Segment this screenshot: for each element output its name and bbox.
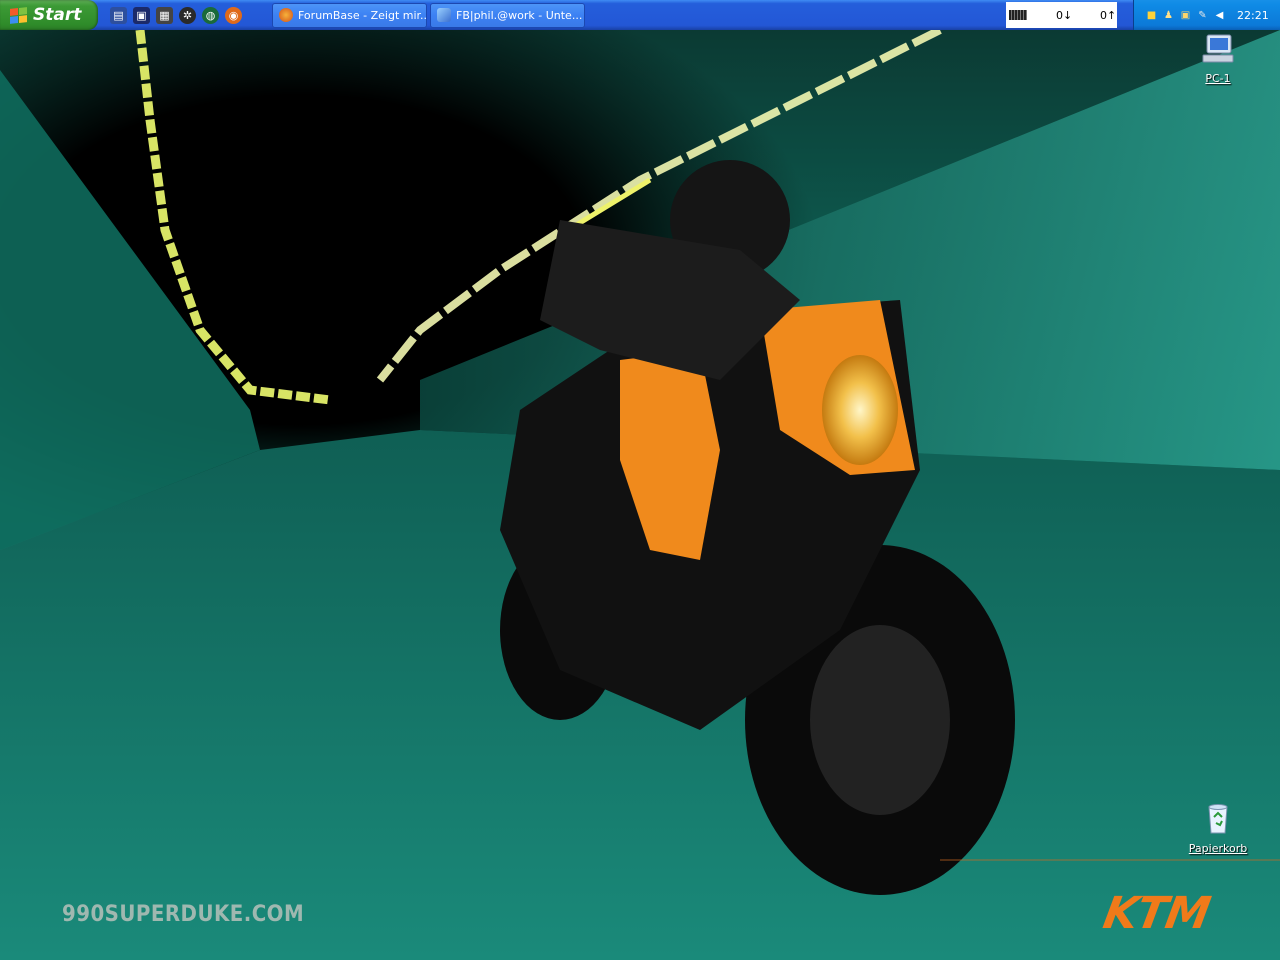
quick-launch-bar: ▤ ▣ ▦ ✲ ◍ ◉	[110, 6, 242, 24]
save-floppy-icon[interactable]: ▤	[110, 6, 127, 24]
task-button-forumbase[interactable]: ForumBase - Zeigt mir...	[272, 2, 427, 28]
volume-icon[interactable]: ◀	[1212, 8, 1227, 23]
clock[interactable]: 22:21	[1237, 9, 1269, 22]
network-graph-icon	[1009, 10, 1027, 20]
network-up-value: 0↑	[1100, 8, 1117, 22]
network-meter[interactable]: 0↓ 0↑	[1006, 2, 1117, 28]
desktop-icon-recycle-bin[interactable]: Papierkorb	[1183, 803, 1253, 855]
monitor-tray-icon[interactable]: ■	[1144, 8, 1159, 23]
task-buttons: ForumBase - Zeigt mir... FB|phil.@work -…	[272, 2, 585, 28]
desktop-icon-label: PC-1	[1205, 72, 1231, 85]
pen-tray-icon[interactable]: ✎	[1195, 8, 1210, 23]
network-down-value: 0↓	[1056, 8, 1073, 22]
desktop-icon-label: Papierkorb	[1188, 842, 1248, 855]
network-tray-icon[interactable]: ▣	[1178, 8, 1193, 23]
recycle-bin-icon	[1208, 804, 1228, 834]
media-icon[interactable]: ▦	[156, 6, 173, 24]
task-label: FB|phil.@work - Unte...	[456, 8, 583, 22]
windows-logo-icon	[10, 6, 27, 24]
start-button[interactable]: Start	[0, 0, 98, 30]
start-label: Start	[33, 5, 82, 25]
ktm-logo: KTM	[1099, 888, 1214, 939]
globe-icon[interactable]: ◍	[202, 6, 219, 24]
task-label: ForumBase - Zeigt mir...	[298, 8, 427, 22]
system-tray: ■ ♟ ▣ ✎ ◀ 22:21	[1133, 0, 1280, 30]
desktop-wallpaper: 990SUPERDUKE.COM KTM	[0, 30, 1280, 960]
wallpaper-caption: 990SUPERDUKE.COM	[62, 902, 305, 927]
computer-icon	[1202, 34, 1234, 63]
task-button-chat[interactable]: FB|phil.@work - Unte...	[430, 2, 585, 28]
users-tray-icon[interactable]: ♟	[1161, 8, 1176, 23]
wallpaper-art	[0, 30, 1280, 960]
network-icon[interactable]: ✲	[179, 6, 196, 24]
firefox-icon[interactable]: ◉	[225, 6, 242, 24]
desktop-icon-pc[interactable]: PC-1	[1183, 33, 1253, 85]
chat-icon	[437, 8, 451, 22]
floppy-disk-icon[interactable]: ▣	[133, 6, 150, 24]
firefox-icon	[279, 8, 293, 22]
